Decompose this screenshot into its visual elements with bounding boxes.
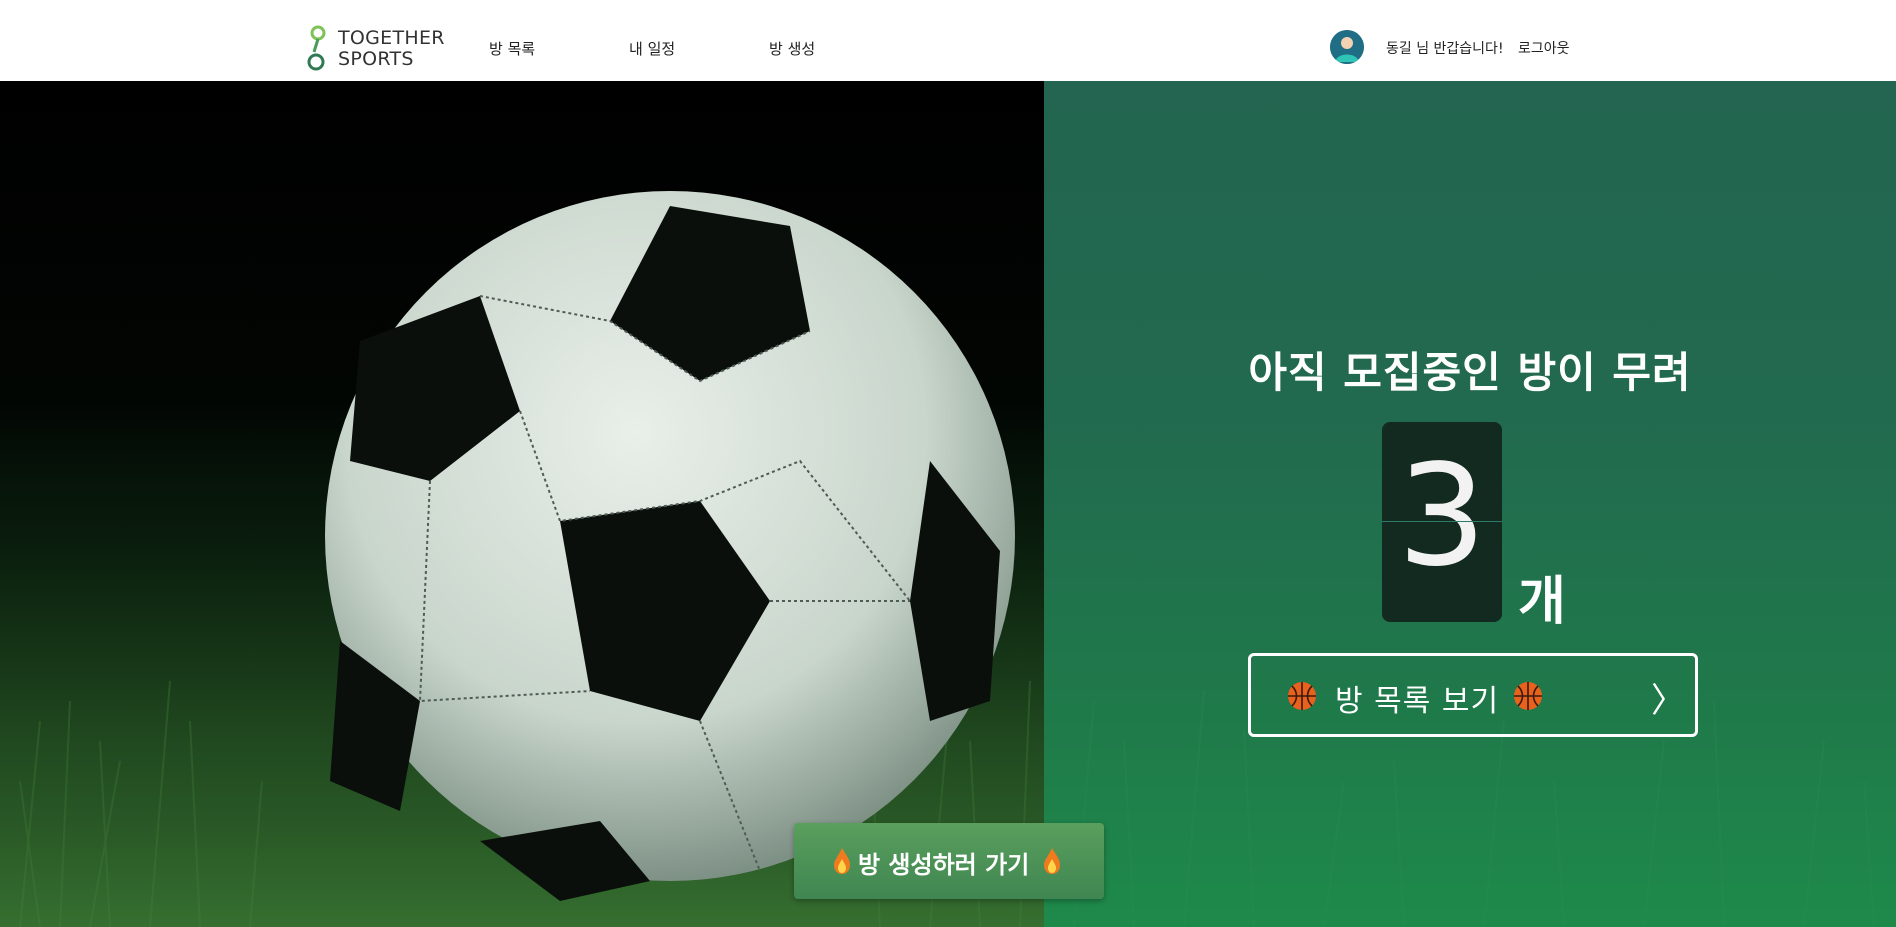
soccer-ball-illustration (0, 191, 1044, 927)
recruiting-headline: 아직 모집중인 방이 무려 (1248, 348, 1692, 397)
create-room-button[interactable]: 방 생성하러 가기 (794, 823, 1104, 899)
greeting-text: 동길 님 반갑습니다! (1386, 41, 1504, 57)
logo-icon (307, 25, 326, 71)
nav-create-room[interactable]: 방 생성 (769, 38, 815, 59)
nav-room-list[interactable]: 방 목록 (489, 38, 535, 59)
user-icon (1330, 30, 1364, 64)
room-count-card: 3 (1382, 422, 1502, 622)
logo-line-2: SPORTS (338, 48, 414, 70)
logo[interactable]: TOGETHER SPORTS (306, 24, 446, 74)
logo-text: TOGETHER SPORTS (338, 28, 445, 70)
create-room-label: 방 생성하러 가기 (858, 851, 1030, 879)
chevron-right-icon: 〉 (1651, 681, 1685, 721)
view-room-list-label: 방 목록 보기 (1335, 684, 1500, 719)
hero-image (0, 81, 1044, 927)
flip-divider (1382, 521, 1502, 522)
flame-icon (834, 848, 850, 874)
avatar[interactable] (1330, 30, 1364, 64)
nav-my-schedule[interactable]: 내 일정 (629, 38, 675, 59)
view-room-list-button[interactable]: 방 목록 보기 〉 (1248, 653, 1698, 737)
flame-icon (1044, 848, 1060, 874)
top-navbar: TOGETHER SPORTS 방 목록 내 일정 방 생성 동길 님 반갑습니… (0, 0, 1896, 81)
hero-info-panel: 아직 모집중인 방이 무려 3 개 방 목록 보기 〉 (1044, 81, 1896, 927)
basketball-icon (1288, 682, 1316, 710)
logo-line-1: TOGETHER (338, 27, 445, 49)
logout-button[interactable]: 로그아웃 (1518, 38, 1570, 58)
room-count: 3 (1397, 435, 1487, 598)
count-unit: 개 (1518, 572, 1566, 632)
basketball-icon (1514, 682, 1542, 710)
